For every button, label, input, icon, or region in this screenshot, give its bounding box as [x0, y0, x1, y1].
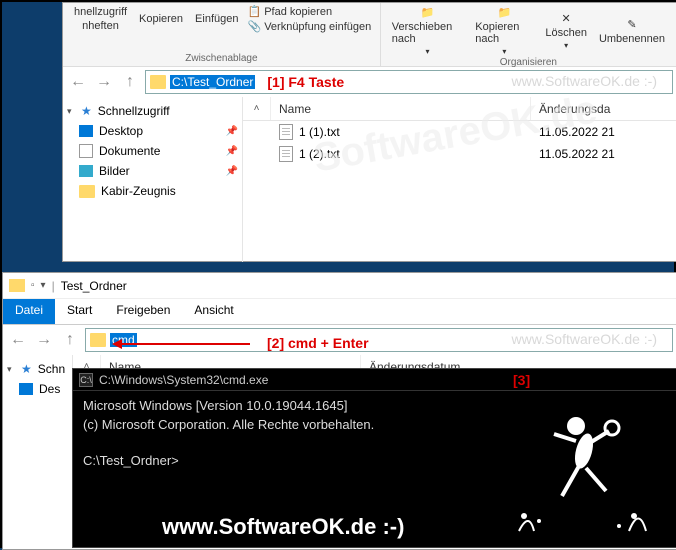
tab-file[interactable]: Datei [3, 299, 55, 324]
nav-forward[interactable]: → [93, 71, 115, 93]
tabs: Datei Start Freigeben Ansicht [3, 299, 676, 325]
sidebar: ▾★Schnellzugriff Desktop📌 Dokumente📌 Bil… [63, 97, 243, 262]
sidebar-documents[interactable]: Dokumente📌 [63, 141, 242, 161]
pin-quickaccess[interactable]: hnellzugriff nheften [71, 5, 130, 33]
footer-watermark: www.SoftwareOK.de :-) [162, 514, 404, 540]
sidebar-desktop[interactable]: Des [3, 379, 72, 399]
window-title: Test_Ordner [61, 279, 127, 293]
annotation-2: [2] cmd + Enter [267, 335, 369, 351]
folder-icon [150, 75, 166, 89]
file-row[interactable]: 1 (1).txt 11.05.2022 21 [243, 121, 676, 143]
delete-button[interactable]: ✕Löschen▾ [542, 11, 590, 51]
address-bar[interactable]: cmd [85, 328, 673, 352]
move-to[interactable]: 📁Verschieben nach▾ [389, 5, 467, 57]
tab-share[interactable]: Freigeben [104, 299, 182, 324]
pin-icon: 📌 [226, 166, 238, 177]
nav-forward[interactable]: → [33, 329, 55, 351]
title-bar: ▫ ▾ | Test_Ordner [3, 273, 676, 299]
annotation-arrow [115, 343, 250, 345]
explorer-window-1: hnellzugriff nheften Kopieren Einfügen 📋… [62, 2, 676, 262]
sidebar-desktop[interactable]: Desktop📌 [63, 121, 242, 141]
ribbon: hnellzugriff nheften Kopieren Einfügen 📋… [63, 3, 676, 67]
address-bar-row: ← → ↑ C:\Test_Ordner [1] F4 Taste www.So… [63, 67, 676, 97]
chevron-up-icon: ˄ [254, 103, 260, 114]
folder-icon [90, 333, 106, 347]
sidebar-pictures[interactable]: Bilder📌 [63, 161, 242, 181]
nav-up[interactable]: ↑ [119, 71, 141, 93]
nav-back[interactable]: ← [7, 329, 29, 351]
nav-back[interactable]: ← [67, 71, 89, 93]
group-label-clipboard: Zwischenablage [71, 53, 372, 64]
paste-button[interactable]: Einfügen [192, 12, 241, 26]
col-gutter[interactable]: ˄ [243, 97, 271, 120]
mascot-graphic [514, 386, 654, 536]
nav-up[interactable]: ↑ [59, 329, 81, 351]
txt-icon [279, 124, 293, 140]
annotation-1: [1] F4 Taste [267, 74, 344, 90]
rename-button[interactable]: ✎Umbenennen [596, 17, 668, 46]
sidebar-quickaccess[interactable]: ▾★Schnellzugriff [63, 101, 242, 121]
sidebar-folder-kabir[interactable]: Kabir-Zeugnis [63, 181, 242, 201]
address-bar[interactable]: C:\Test_Ordner [1] F4 Taste [145, 70, 673, 94]
copy-to[interactable]: 📁Kopieren nach▾ [472, 5, 536, 57]
copy-button[interactable]: Kopieren [136, 12, 186, 26]
copy-path[interactable]: 📋Pfad kopieren [247, 5, 371, 18]
pin-icon: 📌 [226, 146, 238, 157]
paste-shortcut[interactable]: 📎Verknüpfung einfügen [247, 20, 371, 33]
pin-icon: 📌 [226, 126, 238, 137]
sidebar-quickaccess[interactable]: ▾★Schn [3, 359, 72, 379]
file-row[interactable]: 1 (2).txt 11.05.2022 21 [243, 143, 676, 165]
tab-start[interactable]: Start [55, 299, 104, 324]
col-header-name[interactable]: Name [271, 97, 531, 120]
address-text-selected: C:\Test_Ordner [170, 75, 255, 89]
folder-icon [9, 279, 25, 292]
tab-view[interactable]: Ansicht [182, 299, 245, 324]
cmd-icon: C:\ [79, 373, 93, 387]
sidebar: ▾★Schn Des [3, 355, 73, 403]
file-list: ˄ Name Änderungsda 1 (1).txt 11.05.2022 … [243, 97, 676, 262]
txt-icon [279, 146, 293, 162]
col-header-date[interactable]: Änderungsda [531, 97, 676, 120]
